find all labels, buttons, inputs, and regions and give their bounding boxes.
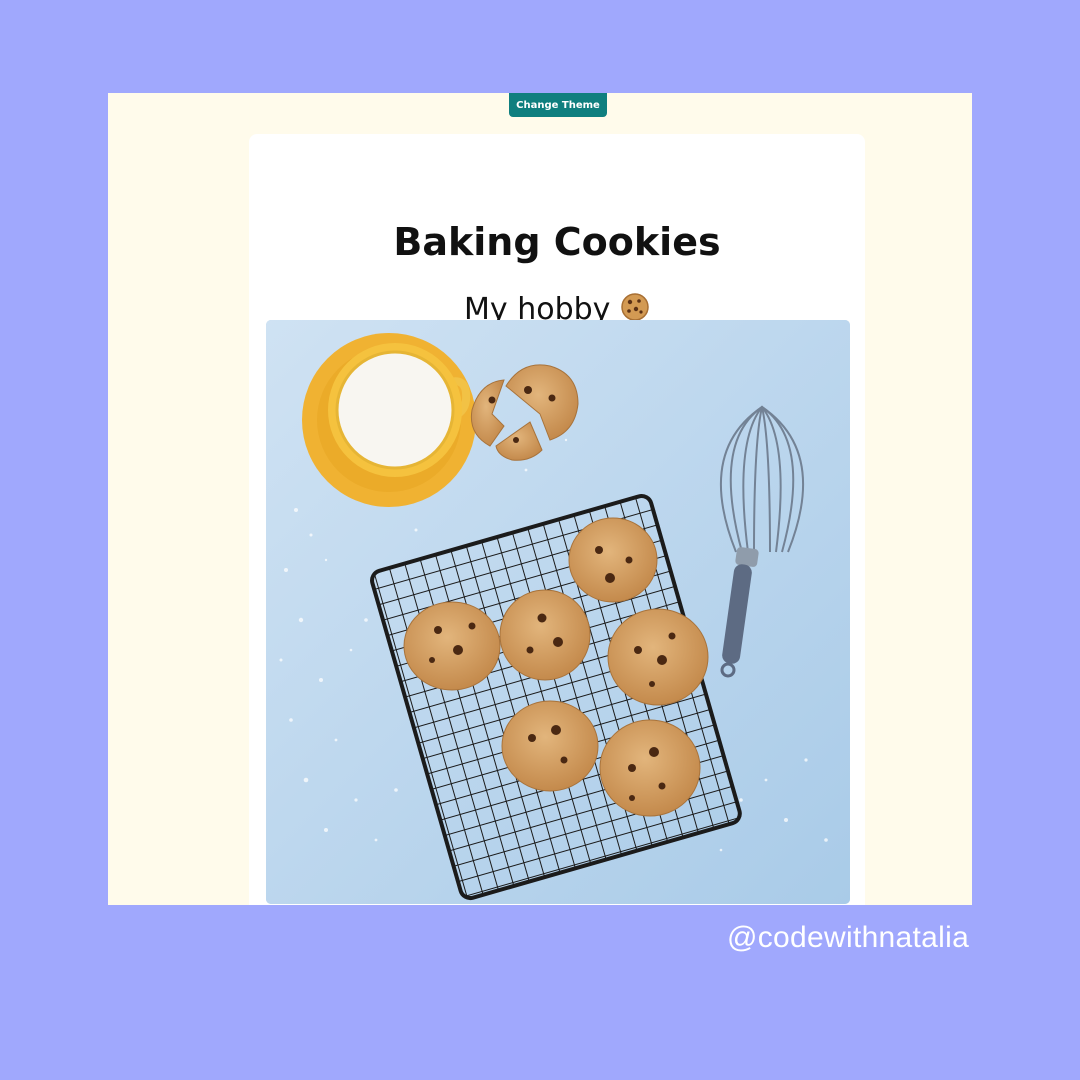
cookies-photo <box>266 320 850 904</box>
social-handle: @codewithnatalia <box>727 921 970 954</box>
page-title: Baking Cookies <box>393 220 721 264</box>
browser-viewport: Change Theme Baking Cookies My hobby <box>108 93 972 905</box>
content-card: Baking Cookies My hobby <box>249 134 865 905</box>
change-theme-button[interactable]: Change Theme <box>509 93 607 117</box>
